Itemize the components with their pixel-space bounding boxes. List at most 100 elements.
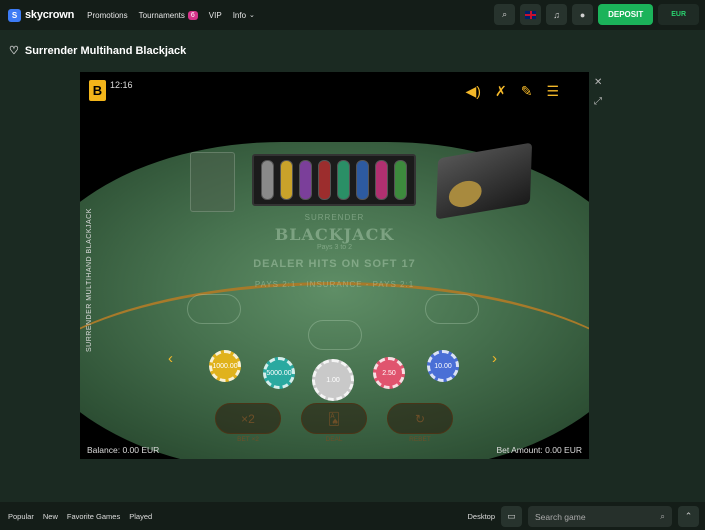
tournaments-badge: 6 [187, 10, 198, 20]
nav-vip[interactable]: VIP [209, 11, 222, 20]
cards-icon: 🂡 [327, 411, 341, 426]
close-icon[interactable]: ✕ [594, 77, 602, 88]
bet-spot[interactable] [425, 294, 479, 324]
chip-face: 1000.00 [212, 356, 238, 376]
chip-value: 10.00 [434, 362, 452, 370]
language-button[interactable] [520, 4, 542, 25]
game-title-row: ♡ Surrender Multihand Blackjack [9, 44, 187, 58]
table-text-insurance: PAYS 2:1 - INSURANCE - PAYS 2:1 [254, 280, 415, 289]
table-text-blackjack: BLACKJACK [274, 225, 395, 244]
tray-slot [318, 160, 331, 200]
chip-value: 1.00 [326, 376, 340, 384]
chip-face: 2.50 [379, 363, 399, 383]
bet-spot[interactable] [308, 320, 362, 350]
tab-popular[interactable]: Popular [8, 512, 34, 521]
nav-label: Tournaments [138, 10, 185, 20]
chips-next-arrow-icon[interactable]: › [492, 350, 497, 367]
game-frame[interactable]: SURRENDER BLACKJACK Pays 3 to 2 DEALER H… [80, 72, 589, 459]
menu-icon[interactable]: ☰ [546, 83, 559, 100]
chip-2-50[interactable]: 2.50 [373, 357, 405, 389]
bet-amount-readout: Bet Amount: 0.00 EUR [496, 445, 582, 455]
bell-icon: ♫ [553, 9, 560, 20]
game-clock: 12:16 [110, 80, 133, 90]
chip-value: 2.50 [382, 369, 396, 377]
balance-readout: Balance: 0.00 EUR [87, 445, 160, 455]
game-toolbar: ◀) ✗ ✎ ☰ [466, 83, 559, 100]
nav-label: VIP [208, 10, 222, 20]
search-placeholder: Search game [535, 511, 586, 522]
chip-face: 10.00 [433, 356, 453, 376]
sound-icon[interactable]: ◀) [466, 83, 481, 100]
nav-promotions[interactable]: Promotions [87, 11, 127, 20]
chip-1000[interactable]: 1000.00 [209, 350, 241, 382]
tray-slot [356, 160, 369, 200]
table-text-pays: Pays 3 to 2 [316, 244, 353, 251]
header-tools: ⌕ ♫ ● DEPOSIT EUR [494, 4, 699, 25]
favorite-heart-icon[interactable]: ♡ [9, 44, 19, 57]
chip-10[interactable]: 10.00 [427, 350, 459, 382]
table-text-dealer-rule: DEALER HITS ON SOFT 17 [253, 258, 416, 270]
table-text-surrender: SURRENDER [304, 213, 365, 222]
profile-button[interactable]: ● [572, 4, 594, 25]
chevron-up-icon: ⌃ [684, 511, 693, 521]
notifications-button[interactable]: ♫ [546, 4, 568, 25]
page-title: Surrender Multihand Blackjack [24, 44, 187, 57]
chevron-down-icon: ⌄ [249, 12, 255, 19]
bet-spot[interactable] [187, 294, 241, 324]
monitor-icon: ▭ [507, 511, 516, 521]
chip-value: 1000.00 [212, 362, 238, 370]
tray-slot [394, 160, 407, 200]
chip-value: 5000.00 [266, 369, 292, 377]
tray-slot [280, 160, 293, 200]
main-nav: Promotions Tournaments 6 VIP Info ⌄ [87, 10, 255, 20]
tab-new[interactable]: New [43, 512, 58, 521]
nav-label: Info [232, 10, 247, 20]
chip-5000[interactable]: 5000.00 [263, 357, 295, 389]
fullscreen-icon[interactable]: ⤢ [594, 96, 602, 107]
search-icon: ⌕ [502, 9, 508, 19]
brand-name: skycrown [25, 9, 75, 21]
search-icon: ⌕ [660, 511, 665, 521]
deposit-button[interactable]: DEPOSIT [598, 4, 654, 25]
deal-button[interactable]: 🂡 [301, 403, 367, 434]
fast-play-icon[interactable]: ✗ [495, 83, 507, 100]
game-search-input[interactable]: Search game ⌕ [528, 506, 672, 527]
user-icon: ● [579, 9, 586, 20]
chips-prev-arrow-icon[interactable]: ‹ [168, 350, 173, 367]
currency-selector[interactable]: EUR [658, 4, 699, 25]
chip-1[interactable]: 1.00 [312, 359, 354, 401]
game-side-controls: ✕ ⤢ [594, 77, 602, 107]
double-icon: ×2 [241, 411, 255, 426]
game-vertical-label: SURRENDER MULTIHAND BLACKJACK [86, 208, 93, 352]
discard-tray [190, 152, 235, 212]
shoe-opening [448, 178, 483, 210]
flag-icon [525, 10, 537, 19]
bottom-tabs: Popular New Favorite Games Played [8, 512, 152, 521]
bottom-tools: Desktop ▭ Search game ⌕ ⌃ [467, 506, 699, 527]
bet-double-label: BET ×2 [237, 436, 259, 443]
search-button[interactable]: ⌕ [494, 4, 516, 25]
tray-slot [337, 160, 350, 200]
nav-info[interactable]: Info ⌄ [233, 11, 255, 20]
tray-slot [299, 160, 312, 200]
rebet-label: REBET [409, 436, 431, 443]
chip-face: 1.00 [320, 367, 346, 393]
bottom-bar: Popular New Favorite Games Played Deskto… [0, 502, 705, 530]
chip-tray [252, 154, 416, 206]
tab-favorite-games[interactable]: Favorite Games [67, 512, 120, 521]
nav-label: Promotions [87, 10, 128, 20]
desktop-label: Desktop [467, 512, 495, 521]
desktop-toggle-button[interactable]: ▭ [501, 506, 522, 527]
deal-label: DEAL [325, 436, 343, 443]
bet-double-button[interactable]: ×2 [215, 403, 281, 434]
brand-logo[interactable]: S skycrown [8, 8, 75, 22]
rebet-button[interactable]: ↻ [387, 403, 453, 434]
chip-face: 5000.00 [266, 363, 292, 383]
tab-played[interactable]: Played [129, 512, 152, 521]
tray-slot [261, 160, 274, 200]
collapse-button[interactable]: ⌃ [678, 506, 699, 527]
provider-logo: B [89, 80, 106, 101]
turbo-icon[interactable]: ✎ [521, 83, 533, 100]
top-bar: S skycrown Promotions Tournaments 6 VIP I… [0, 0, 705, 30]
nav-tournaments[interactable]: Tournaments 6 [138, 10, 198, 20]
